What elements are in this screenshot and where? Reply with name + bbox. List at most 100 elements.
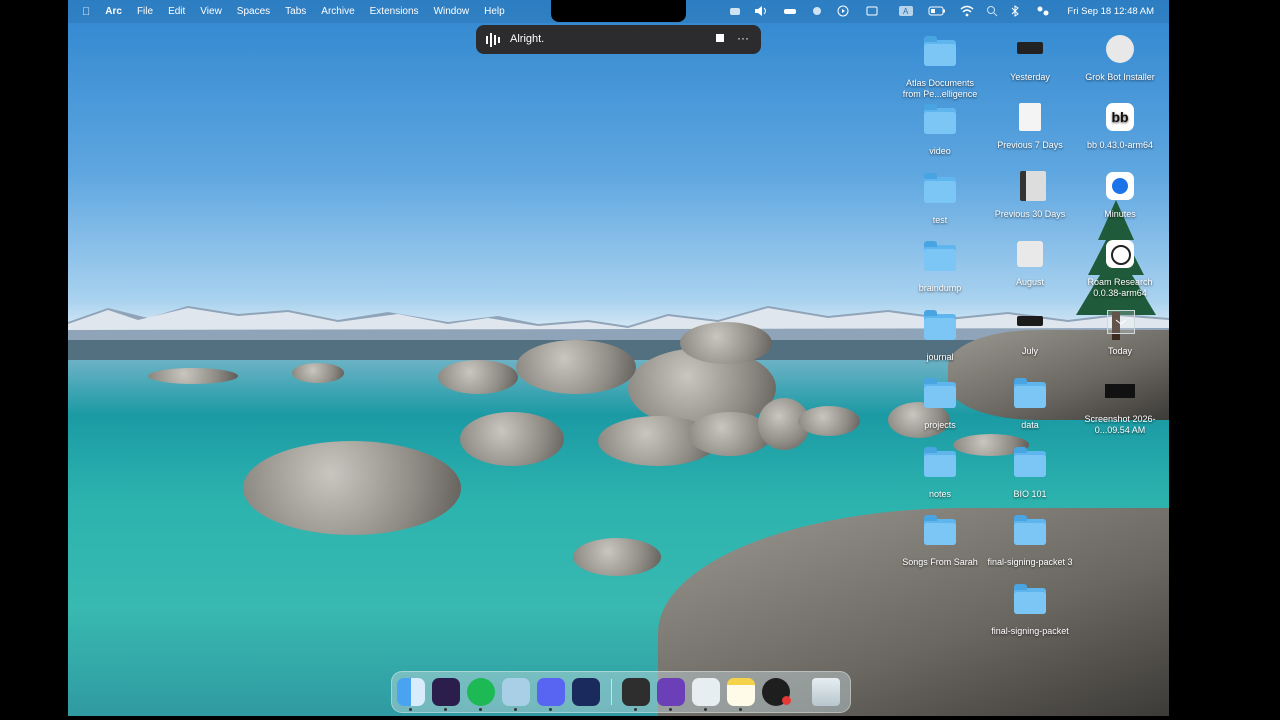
battery-icon[interactable] bbox=[928, 5, 946, 18]
running-indicator bbox=[549, 708, 552, 711]
desktop-item-previous-7-days[interactable]: Previous 7 Days bbox=[986, 102, 1074, 151]
boulder bbox=[438, 360, 518, 394]
trash-icon[interactable] bbox=[812, 678, 840, 706]
desktop-folder[interactable]: test bbox=[896, 171, 984, 226]
running-indicator bbox=[739, 708, 742, 711]
desktop-item-screenshot[interactable]: Screenshot 2026-0...09.54 AM bbox=[1076, 376, 1164, 436]
finder-icon[interactable] bbox=[397, 678, 425, 706]
menu-app-arc[interactable]: Arc bbox=[105, 6, 122, 17]
menu-tabs[interactable]: Tabs bbox=[285, 6, 306, 17]
menu-view[interactable]: View bbox=[200, 6, 222, 17]
installer-icon bbox=[1106, 35, 1134, 63]
desktop-item-label: journal bbox=[926, 352, 954, 362]
menu-clock[interactable]: Fri Sep 18 12:48 AM bbox=[1067, 6, 1154, 17]
menu-help[interactable]: Help bbox=[484, 6, 505, 17]
desktop-item-bb[interactable]: bb bb 0.43.0-arm64 bbox=[1076, 102, 1164, 151]
desktop-folder[interactable]: BIO 101 bbox=[986, 445, 1074, 500]
document-icon bbox=[1017, 241, 1043, 267]
folder-icon bbox=[924, 447, 956, 477]
desktop-item-july[interactable]: July bbox=[986, 308, 1074, 357]
running-indicator bbox=[409, 708, 412, 711]
desktop-item-label: test bbox=[932, 215, 948, 225]
folder-icon bbox=[924, 104, 956, 134]
folder-icon bbox=[924, 36, 956, 66]
play-icon[interactable] bbox=[837, 5, 849, 18]
desktop-item-label: Previous 7 Days bbox=[997, 140, 1063, 150]
bird-icon[interactable] bbox=[811, 5, 823, 18]
desktop-folder[interactable]: Atlas Documents from Pe...elligence bbox=[896, 34, 984, 100]
folder-icon bbox=[1014, 584, 1046, 614]
desktop-item-label: braindump bbox=[918, 283, 962, 293]
desktop-item-yesterday[interactable]: Yesterday bbox=[986, 34, 1074, 83]
desktop-folder[interactable]: braindump bbox=[896, 239, 984, 294]
bluetooth-icon[interactable] bbox=[1010, 5, 1020, 18]
menu-window[interactable]: Window bbox=[434, 6, 470, 17]
camera-notch bbox=[551, 0, 686, 22]
stop-icon[interactable] bbox=[716, 34, 724, 42]
notes-icon[interactable] bbox=[727, 678, 755, 706]
desktop-item-previous-30-days[interactable]: Previous 30 Days bbox=[986, 171, 1074, 220]
boulder bbox=[573, 538, 661, 576]
tableplus-icon[interactable] bbox=[502, 678, 530, 706]
folder-icon bbox=[1014, 378, 1046, 408]
volume-icon[interactable] bbox=[754, 5, 768, 18]
desktop-item-august[interactable]: August bbox=[986, 239, 1074, 288]
desktop-folder[interactable]: projects bbox=[896, 376, 984, 431]
desktop-item-grok-installer[interactable]: Grok Bot Installer bbox=[1076, 34, 1164, 83]
keyboard-a-icon[interactable]: A bbox=[899, 5, 913, 18]
more-options-icon[interactable]: ··· bbox=[737, 31, 749, 45]
boulder bbox=[460, 412, 564, 466]
desktop-item-label: bb 0.43.0-arm64 bbox=[1086, 140, 1154, 150]
running-indicator bbox=[669, 708, 672, 711]
affinity-icon[interactable] bbox=[432, 678, 460, 706]
desktop-folder[interactable]: video bbox=[896, 102, 984, 157]
spotify-icon[interactable] bbox=[467, 678, 495, 706]
running-indicator bbox=[479, 708, 482, 711]
desktop-folder[interactable]: journal bbox=[896, 308, 984, 363]
wifi-icon[interactable] bbox=[960, 5, 974, 18]
desktop-item-label: projects bbox=[924, 420, 956, 430]
discord-icon[interactable] bbox=[537, 678, 565, 706]
desktop-item-today[interactable]: Today bbox=[1076, 308, 1164, 357]
folder-icon bbox=[924, 241, 956, 271]
minutes-app-icon bbox=[1106, 172, 1134, 200]
menu-extensions[interactable]: Extensions bbox=[370, 6, 419, 17]
running-indicator bbox=[444, 708, 447, 711]
menu-file[interactable]: File bbox=[137, 6, 153, 17]
dock-separator bbox=[611, 679, 612, 705]
boulder bbox=[148, 368, 238, 384]
desktop-item-label: Minutes bbox=[1104, 209, 1136, 219]
desktop-item-label: BIO 101 bbox=[1013, 489, 1047, 499]
search-icon[interactable] bbox=[986, 5, 998, 18]
app-icon[interactable] bbox=[572, 678, 600, 706]
dictation-bar: Alright. ··· bbox=[476, 25, 761, 54]
badge-icon bbox=[782, 696, 791, 705]
menu-edit[interactable]: Edit bbox=[168, 6, 185, 17]
running-indicator bbox=[704, 708, 707, 711]
window-icon[interactable] bbox=[866, 5, 878, 18]
apple-menu-icon[interactable]:  bbox=[82, 6, 90, 18]
desktop-item-minutes[interactable]: Minutes bbox=[1076, 171, 1164, 220]
folder-icon bbox=[924, 173, 956, 203]
menu-spaces[interactable]: Spaces bbox=[237, 6, 270, 17]
desktop-item-label: video bbox=[929, 146, 951, 156]
folder-icon bbox=[1014, 515, 1046, 545]
car-icon[interactable] bbox=[783, 5, 797, 18]
menu-archive[interactable]: Archive bbox=[321, 6, 354, 17]
figure-icon[interactable] bbox=[692, 678, 720, 706]
box-icon[interactable] bbox=[622, 678, 650, 706]
desktop-folder[interactable]: Songs From Sarah bbox=[896, 513, 984, 568]
file-icon bbox=[1017, 316, 1043, 326]
desktop-folder[interactable]: notes bbox=[896, 445, 984, 500]
desktop-item-roam[interactable]: Roam Research 0.0.38-arm64 bbox=[1076, 239, 1164, 299]
dock bbox=[391, 671, 851, 713]
control-center-icon[interactable] bbox=[1036, 5, 1050, 18]
arc-icon[interactable] bbox=[657, 678, 685, 706]
boulder bbox=[680, 322, 772, 364]
desktop-item-label: final-signing-packet 3 bbox=[987, 557, 1073, 567]
desktop-item-label: data bbox=[1021, 420, 1039, 430]
desktop-folder[interactable]: final-signing-packet 3 bbox=[986, 513, 1074, 568]
desktop-folder[interactable]: final-signing-packet bbox=[986, 582, 1074, 637]
cloud-icon[interactable] bbox=[729, 5, 741, 18]
desktop-folder[interactable]: data bbox=[986, 376, 1074, 431]
